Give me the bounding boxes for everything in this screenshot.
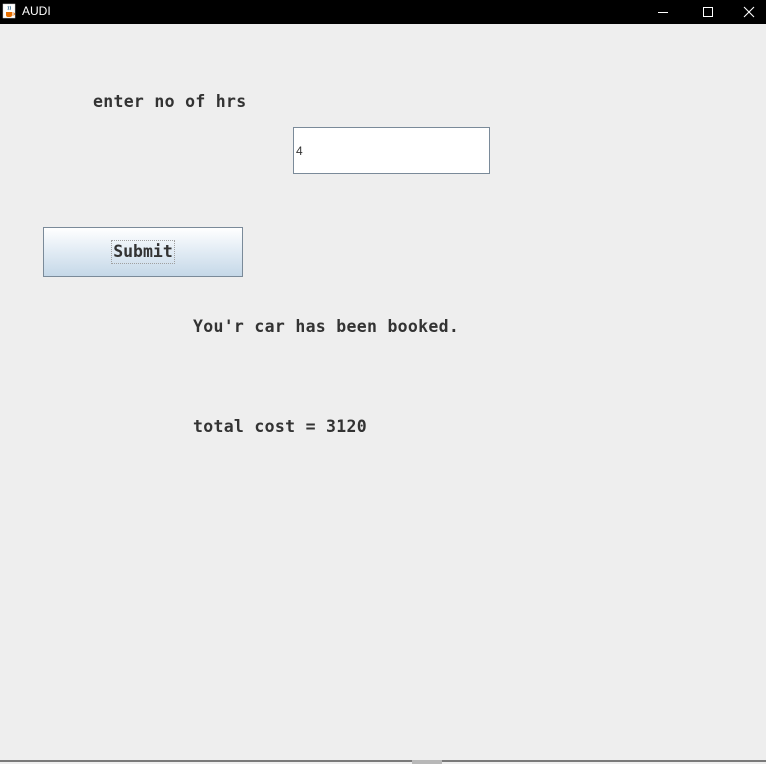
close-icon <box>743 6 754 18</box>
java-cup-icon <box>2 3 16 19</box>
window-title: AUDI <box>22 4 51 18</box>
close-button[interactable] <box>731 0 766 24</box>
booking-confirmation-text: You'r car has been booked. <box>193 317 460 336</box>
minimize-icon <box>658 12 668 13</box>
resize-grip[interactable] <box>412 760 442 764</box>
hours-input[interactable] <box>293 127 490 174</box>
maximize-button[interactable] <box>685 0 731 24</box>
hours-label: enter no of hrs <box>93 92 247 111</box>
submit-button-label: Submit <box>111 240 175 264</box>
submit-button[interactable]: Submit <box>43 227 243 277</box>
maximize-icon <box>703 7 713 17</box>
window-bottom-border <box>0 760 766 762</box>
total-cost-text: total cost = 3120 <box>193 417 367 436</box>
minimize-button[interactable] <box>640 0 686 24</box>
title-bar[interactable]: AUDI <box>0 0 766 24</box>
app-window: AUDI enter no of hrs Submit You'r car ha… <box>0 0 766 764</box>
